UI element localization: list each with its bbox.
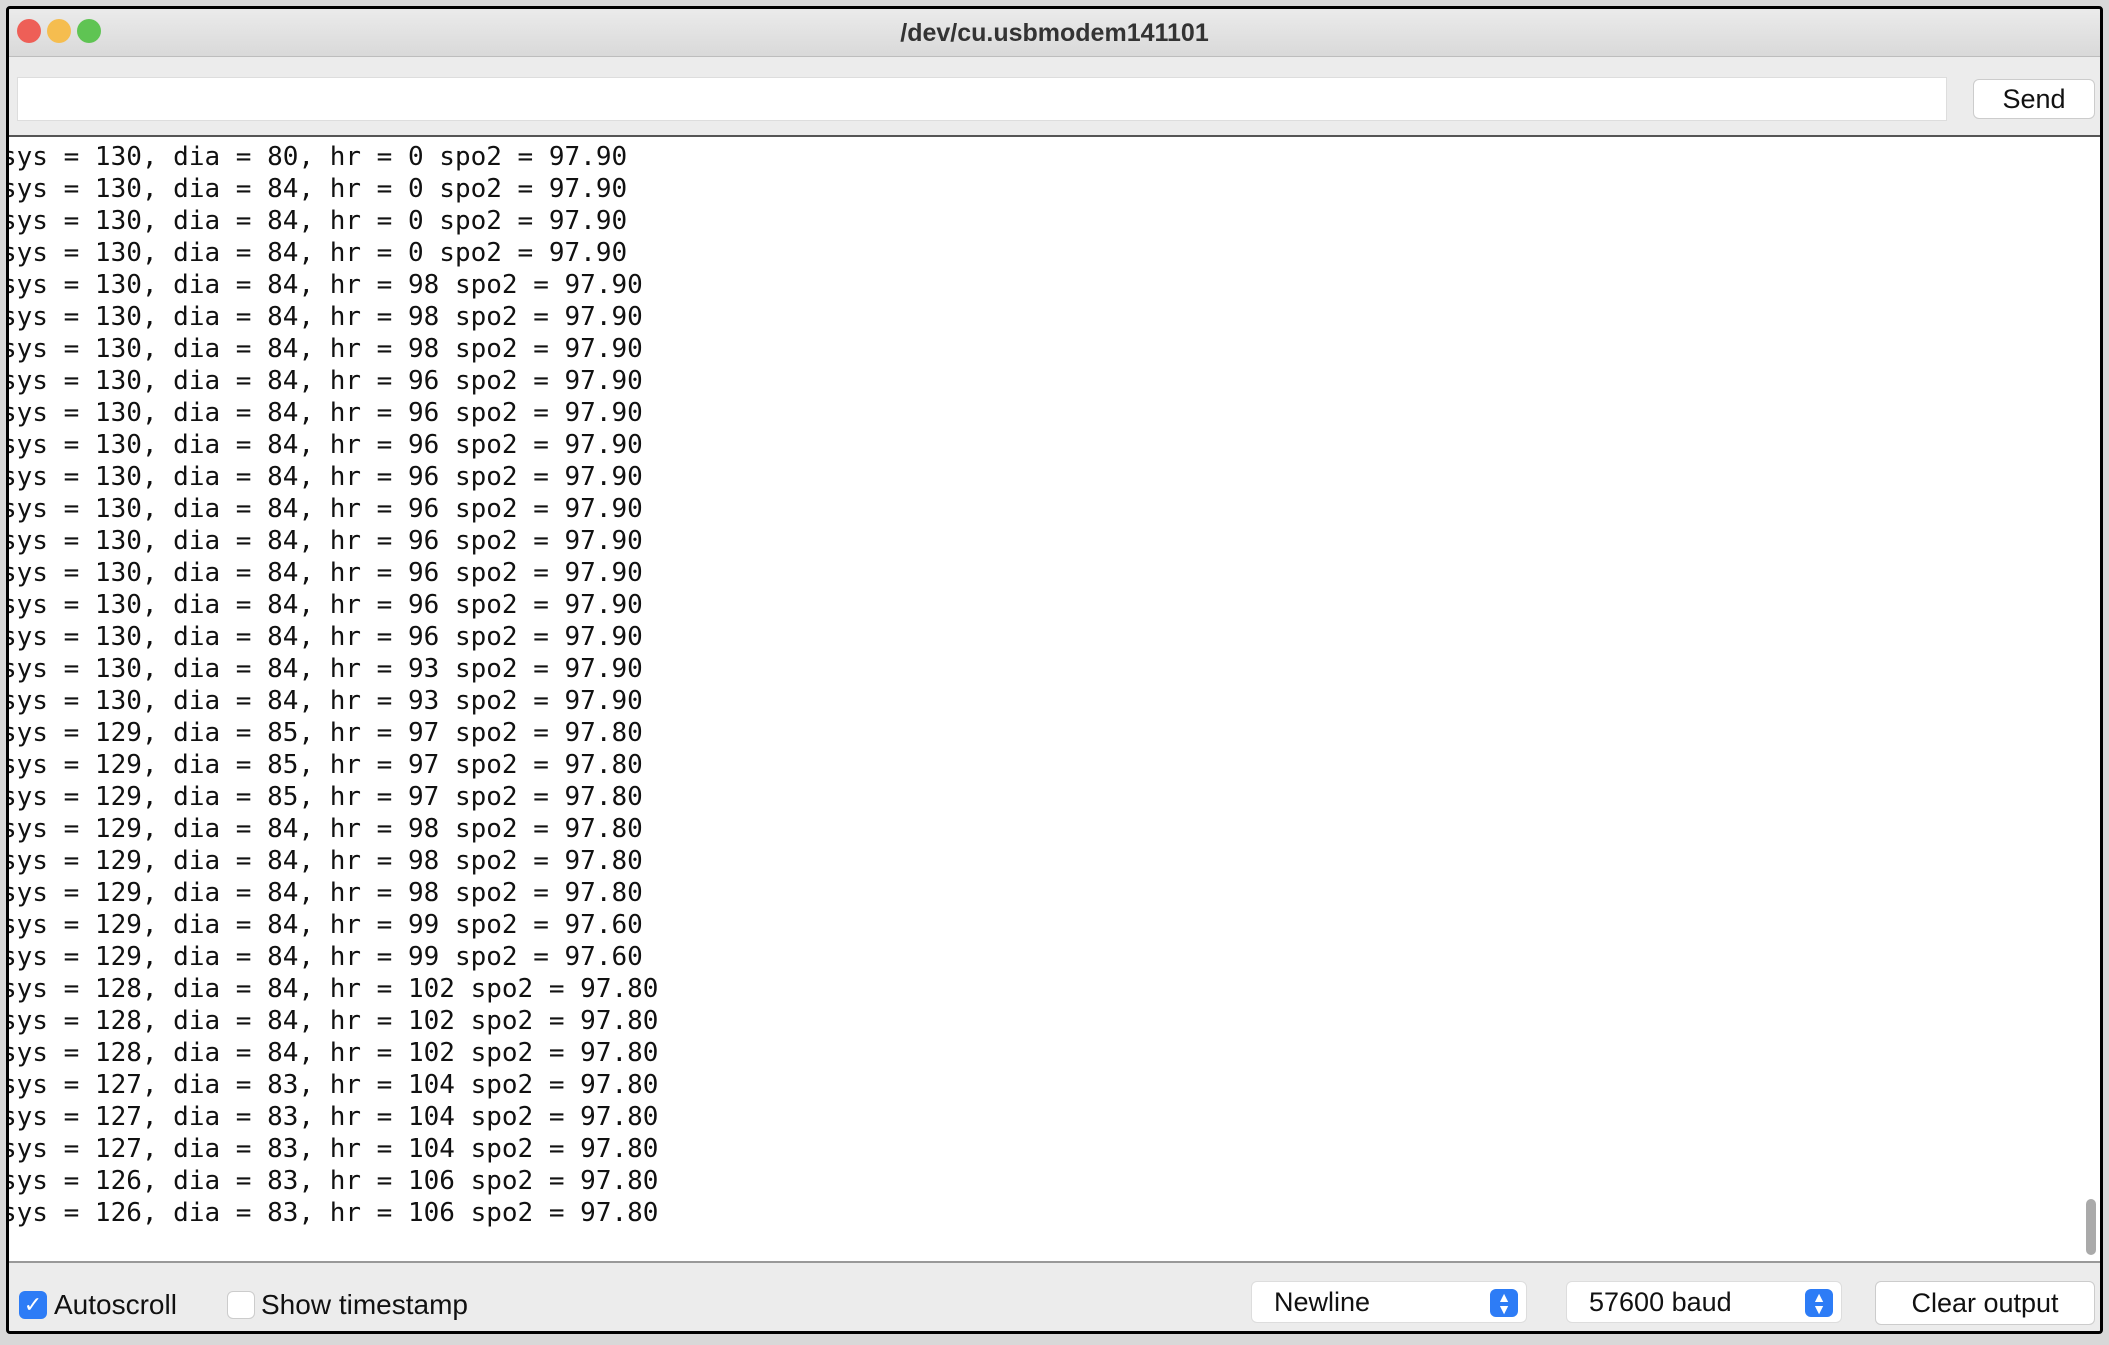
- output-line: sys = 129, dia = 84, hr = 99 spo2 = 97.6…: [9, 910, 643, 940]
- input-row: Send: [9, 57, 2100, 137]
- output-line: sys = 127, dia = 83, hr = 104 spo2 = 97.…: [9, 1134, 659, 1164]
- output-line: sys = 127, dia = 83, hr = 104 spo2 = 97.…: [9, 1102, 659, 1132]
- serial-output: sys = 130, dia = 80, hr = 0 spo2 = 97.90…: [9, 137, 2100, 1263]
- output-line: sys = 126, dia = 83, hr = 106 spo2 = 97.…: [9, 1166, 659, 1196]
- updown-chevron-icon: ▲ ▼: [1805, 1289, 1833, 1317]
- serial-input[interactable]: [17, 77, 1947, 121]
- output-line: sys = 127, dia = 83, hr = 104 spo2 = 97.…: [9, 1070, 659, 1100]
- line-ending-select[interactable]: Newline ▲ ▼: [1251, 1281, 1527, 1323]
- output-line: sys = 130, dia = 80, hr = 0 spo2 = 97.90: [9, 142, 628, 172]
- scrollbar-thumb[interactable]: [2086, 1199, 2096, 1255]
- line-ending-value: Newline: [1274, 1287, 1371, 1317]
- show-timestamp-label: Show timestamp: [261, 1289, 468, 1320]
- clear-output-button[interactable]: Clear output: [1875, 1281, 2095, 1325]
- output-lines: sys = 130, dia = 80, hr = 0 spo2 = 97.90…: [9, 141, 658, 1229]
- autoscroll-label: Autoscroll: [54, 1289, 177, 1320]
- output-line: sys = 130, dia = 84, hr = 96 spo2 = 97.9…: [9, 590, 643, 620]
- baud-rate-value: 57600 baud: [1589, 1287, 1732, 1317]
- serial-monitor-window: /dev/cu.usbmodem141101 Send sys = 130, d…: [6, 6, 2103, 1334]
- output-line: sys = 130, dia = 84, hr = 98 spo2 = 97.9…: [9, 270, 643, 300]
- output-line: sys = 129, dia = 84, hr = 98 spo2 = 97.8…: [9, 814, 643, 844]
- output-line: sys = 129, dia = 85, hr = 97 spo2 = 97.8…: [9, 750, 643, 780]
- output-line: sys = 128, dia = 84, hr = 102 spo2 = 97.…: [9, 1038, 659, 1068]
- footer-bar: ✓ Autoscroll Show timestamp Newline ▲ ▼ 5…: [9, 1263, 2100, 1331]
- updown-chevron-icon: ▲ ▼: [1490, 1289, 1518, 1317]
- output-line: sys = 130, dia = 84, hr = 96 spo2 = 97.9…: [9, 526, 643, 556]
- output-line: sys = 128, dia = 84, hr = 102 spo2 = 97.…: [9, 974, 659, 1004]
- output-line: sys = 130, dia = 84, hr = 98 spo2 = 97.9…: [9, 334, 643, 364]
- output-line: sys = 129, dia = 85, hr = 97 spo2 = 97.8…: [9, 718, 643, 748]
- show-timestamp-checkbox[interactable]: [227, 1291, 255, 1319]
- output-line: sys = 130, dia = 84, hr = 96 spo2 = 97.9…: [9, 430, 643, 460]
- output-line: sys = 130, dia = 84, hr = 96 spo2 = 97.9…: [9, 366, 643, 396]
- title-bar: /dev/cu.usbmodem141101: [9, 9, 2100, 57]
- output-line: sys = 130, dia = 84, hr = 0 spo2 = 97.90: [9, 238, 628, 268]
- output-line: sys = 130, dia = 84, hr = 96 spo2 = 97.9…: [9, 494, 643, 524]
- window-title: /dev/cu.usbmodem141101: [900, 19, 1209, 47]
- output-line: sys = 129, dia = 85, hr = 97 spo2 = 97.8…: [9, 782, 643, 812]
- output-line: sys = 130, dia = 84, hr = 96 spo2 = 97.9…: [9, 622, 643, 652]
- output-line: sys = 130, dia = 84, hr = 98 spo2 = 97.9…: [9, 302, 643, 332]
- output-line: sys = 126, dia = 83, hr = 106 spo2 = 97.…: [9, 1198, 659, 1228]
- send-button[interactable]: Send: [1973, 79, 2095, 119]
- baud-rate-select[interactable]: 57600 baud ▲ ▼: [1566, 1281, 1842, 1323]
- output-line: sys = 128, dia = 84, hr = 102 spo2 = 97.…: [9, 1006, 659, 1036]
- output-line: sys = 130, dia = 84, hr = 96 spo2 = 97.9…: [9, 558, 643, 588]
- output-line: sys = 130, dia = 84, hr = 96 spo2 = 97.9…: [9, 398, 643, 428]
- output-line: sys = 130, dia = 84, hr = 93 spo2 = 97.9…: [9, 686, 643, 716]
- autoscroll-checkbox[interactable]: ✓: [19, 1291, 47, 1319]
- output-line: sys = 130, dia = 84, hr = 0 spo2 = 97.90: [9, 174, 628, 204]
- checkmark-icon: ✓: [23, 1292, 43, 1317]
- output-line: sys = 129, dia = 84, hr = 98 spo2 = 97.8…: [9, 846, 643, 876]
- output-line: sys = 130, dia = 84, hr = 93 spo2 = 97.9…: [9, 654, 643, 684]
- output-line: sys = 129, dia = 84, hr = 98 spo2 = 97.8…: [9, 878, 643, 908]
- output-line: sys = 130, dia = 84, hr = 0 spo2 = 97.90: [9, 206, 628, 236]
- output-line: sys = 130, dia = 84, hr = 96 spo2 = 97.9…: [9, 462, 643, 492]
- output-line: sys = 129, dia = 84, hr = 99 spo2 = 97.6…: [9, 942, 643, 972]
